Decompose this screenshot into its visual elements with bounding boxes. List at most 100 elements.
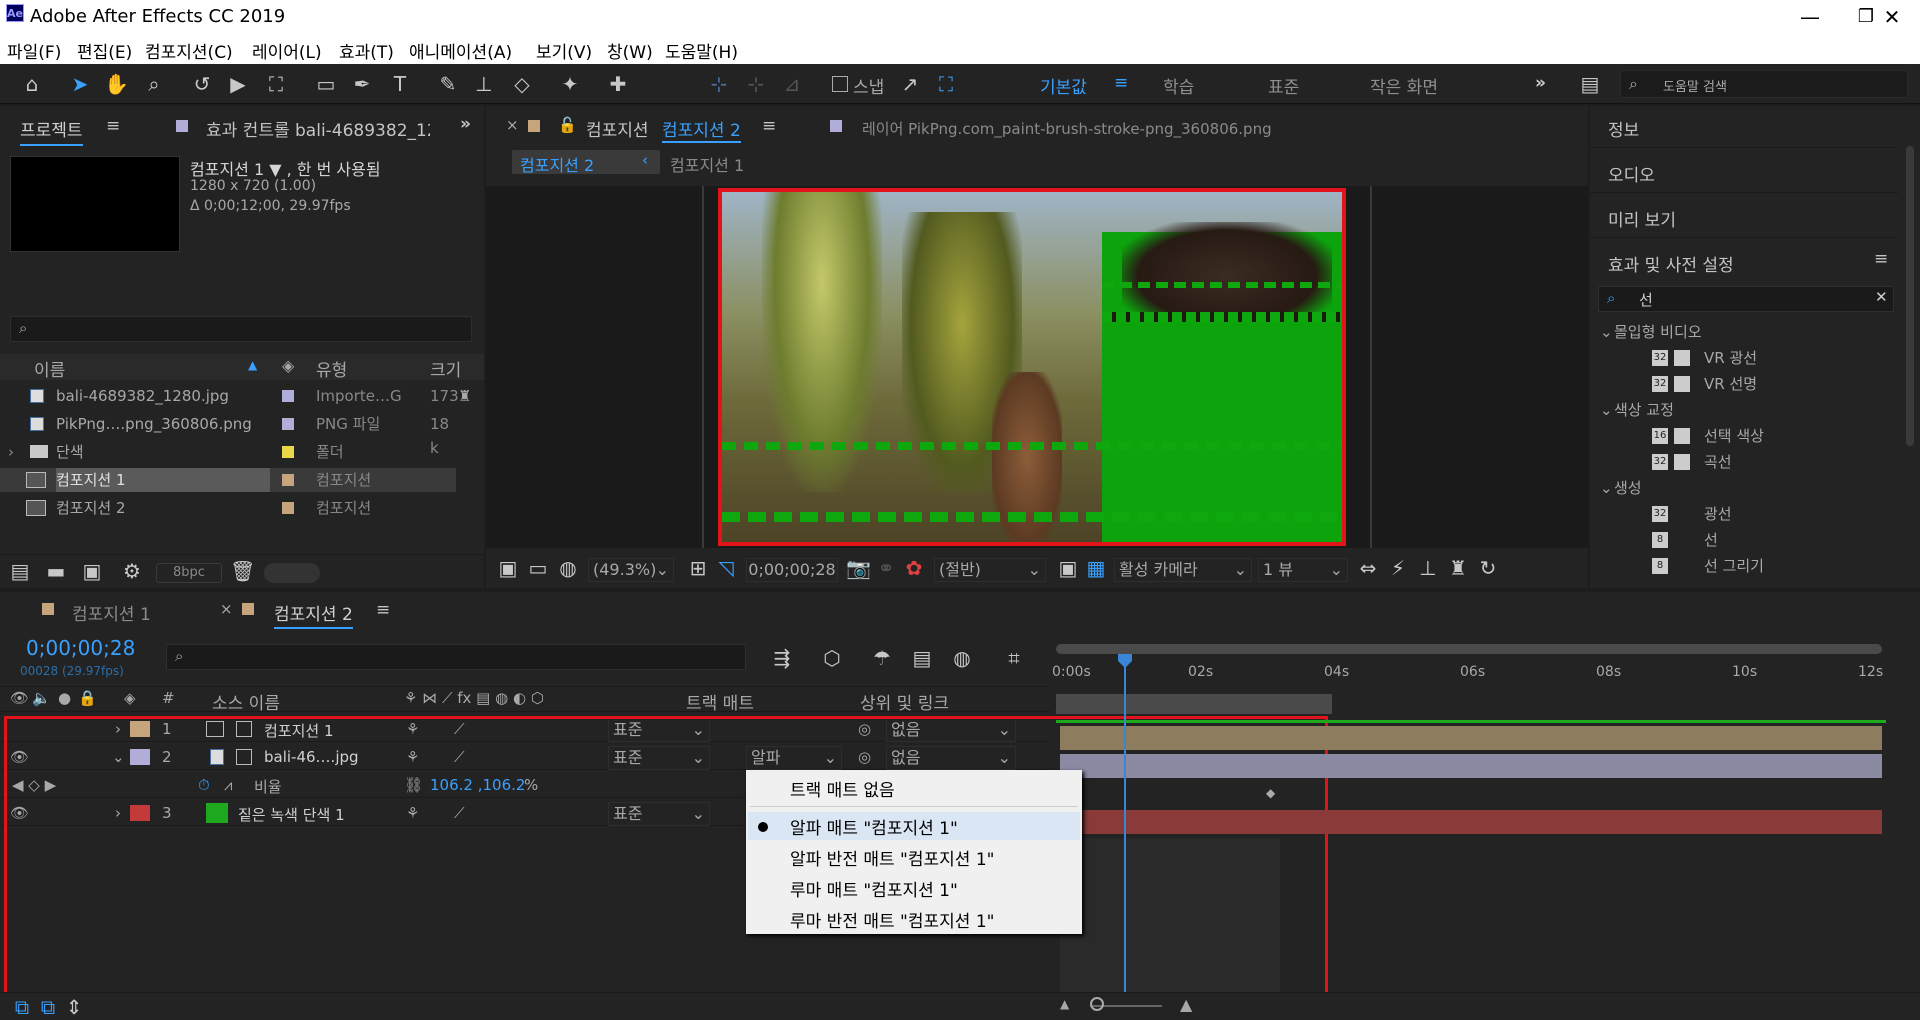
- zoom-out-icon[interactable]: ▲: [1060, 997, 1069, 1011]
- timeline-icon[interactable]: ⊥: [1416, 556, 1440, 580]
- project-settings-icon[interactable]: ⚙: [120, 559, 144, 583]
- effect-item[interactable]: 8선: [1598, 528, 1898, 552]
- workspace-learn[interactable]: 학습: [1163, 73, 1194, 98]
- close-tab-icon[interactable]: ×: [506, 116, 519, 134]
- effects-presets-header[interactable]: 효과 및 사전 설정 ≡: [1590, 241, 1898, 283]
- menu-item-luma-inverted[interactable]: 루마 반전 매트 "컴포지션 1": [790, 907, 994, 932]
- new-composition-icon[interactable]: ▣: [80, 559, 104, 583]
- modes-toggle-icon[interactable]: ⧉: [36, 995, 60, 1019]
- menu-file[interactable]: 파일(F): [7, 38, 61, 63]
- column-name[interactable]: 이름: [34, 356, 65, 381]
- effects-group[interactable]: ⌄ 몰입형 비디오: [1598, 320, 1898, 344]
- hand-tool-icon[interactable]: ✋: [104, 72, 129, 96]
- close-tab-icon[interactable]: ×: [220, 600, 233, 618]
- menu-item-alpha-inverted[interactable]: 알파 반전 매트 "컴포지션 1": [790, 845, 994, 870]
- brush-tool-icon[interactable]: ✎: [436, 72, 460, 96]
- close-button[interactable]: ✕: [1864, 0, 1920, 34]
- layer-switches-toggle-icon[interactable]: ⧉: [10, 995, 34, 1019]
- workspace-small-screen[interactable]: 작은 화면: [1370, 73, 1438, 98]
- pan-behind-tool-icon[interactable]: ⛶: [264, 72, 288, 96]
- project-search-field[interactable]: ⌕: [10, 316, 472, 342]
- effects-search-field[interactable]: ⌕ 선 ✕: [1598, 286, 1894, 312]
- keyframe-icon[interactable]: ◆: [1266, 786, 1275, 800]
- minimize-button[interactable]: —: [1782, 0, 1838, 34]
- project-item[interactable]: › 단색 폴더: [0, 440, 460, 464]
- label-column-icon[interactable]: ◈: [282, 356, 294, 375]
- zoom-tool-icon[interactable]: ⌕: [142, 72, 166, 96]
- reset-exposure-icon[interactable]: ⇔: [1356, 556, 1380, 580]
- project-tab-menu-icon[interactable]: ≡: [106, 116, 120, 136]
- composition-tab-menu-icon[interactable]: ≡: [762, 116, 776, 136]
- camera-tool-icon[interactable]: ▶: [226, 72, 250, 96]
- mask-visibility-icon[interactable]: ◍: [556, 556, 580, 580]
- info-panel-header[interactable]: 정보: [1590, 106, 1898, 148]
- shy-layers-icon[interactable]: ☂: [870, 646, 894, 670]
- menu-item-no-matte[interactable]: 트랙 매트 없음: [790, 776, 895, 801]
- timeline-tab-menu-icon[interactable]: ≡: [376, 600, 390, 620]
- trash-icon[interactable]: 🗑: [230, 559, 255, 583]
- views-dropdown[interactable]: 1 뷰 ⌄: [1258, 558, 1348, 582]
- flowchart-icon[interactable]: ♜: [458, 384, 471, 408]
- playhead[interactable]: [1124, 656, 1126, 1018]
- menu-edit[interactable]: 편집(E): [77, 38, 132, 63]
- composition-mini-flowchart-icon[interactable]: ⇶: [770, 646, 794, 670]
- project-tab[interactable]: 프로젝트: [20, 116, 83, 146]
- layer-tab[interactable]: 레이어 PikPng.com_paint-brush-stroke-png_36…: [862, 118, 1272, 139]
- effect-item[interactable]: 32 광선: [1598, 502, 1898, 526]
- zoom-slider-handle[interactable]: [1090, 997, 1104, 1011]
- menu-help[interactable]: 도움말(H): [665, 38, 738, 63]
- effect-item[interactable]: 8선 그리기: [1598, 554, 1898, 578]
- exposure-icon[interactable]: ↻: [1476, 556, 1500, 580]
- lock-icon[interactable]: 🔓: [558, 116, 577, 134]
- snap-options-icon[interactable]: ⛶: [934, 72, 958, 96]
- timeline-search-field[interactable]: ⌕: [166, 644, 746, 670]
- selected-item-name[interactable]: 컴포지션 1 ▼ , 한 번 사용됨: [190, 156, 381, 180]
- render-toggle[interactable]: [264, 563, 320, 583]
- work-area-range[interactable]: [1056, 694, 1332, 714]
- composition-tab[interactable]: 컴포지션 2: [662, 116, 741, 143]
- clone-stamp-tool-icon[interactable]: ⊥: [472, 72, 496, 96]
- clear-search-icon[interactable]: ✕: [1875, 288, 1888, 306]
- draft-3d-icon[interactable]: ⬡: [820, 646, 844, 670]
- column-type[interactable]: 유형: [316, 356, 347, 381]
- layer-bar[interactable]: [1060, 754, 1882, 778]
- zoom-dropdown[interactable]: (49.3%) ⌄: [588, 558, 674, 582]
- workspace-menu-icon[interactable]: ≡: [1114, 73, 1128, 93]
- snapshot-icon[interactable]: 📷: [846, 556, 871, 580]
- menu-item-luma-matte[interactable]: 루마 매트 "컴포지션 1": [790, 876, 958, 901]
- home-icon[interactable]: ⌂: [20, 72, 44, 96]
- flowchart-icon[interactable]: ♜: [1446, 556, 1470, 580]
- project-item[interactable]: PikPng….png_360806.png PNG 파일 18 k: [0, 412, 460, 457]
- audio-panel-header[interactable]: 오디오: [1590, 151, 1898, 193]
- frame-blending-icon[interactable]: ▤: [910, 646, 934, 670]
- layer-bar[interactable]: [1060, 726, 1882, 750]
- fast-previews-icon[interactable]: ⚡: [1386, 556, 1410, 580]
- selection-tool-icon[interactable]: ➤: [68, 72, 92, 96]
- timeline-tab-comp1[interactable]: 컴포지션 1: [72, 600, 151, 625]
- workspace-standard[interactable]: 표준: [1268, 73, 1299, 98]
- timing-toggle-icon[interactable]: ⇕: [62, 995, 86, 1019]
- effect-item[interactable]: 16 선택 색상: [1598, 424, 1898, 448]
- bit-depth-button[interactable]: 8bpc: [156, 563, 222, 583]
- more-workspaces-icon[interactable]: »: [1535, 73, 1546, 93]
- channel-icon[interactable]: ✿: [902, 556, 926, 580]
- grid-options-icon[interactable]: ⊞: [686, 556, 710, 580]
- snap-checkbox[interactable]: [832, 76, 848, 92]
- menu-layer[interactable]: 레이어(L): [252, 38, 322, 63]
- viewer-timecode[interactable]: 0;00;00;28: [746, 558, 838, 582]
- breadcrumb-item[interactable]: 컴포지션 1: [670, 152, 744, 176]
- menu-window[interactable]: 창(W): [607, 38, 653, 63]
- new-folder-icon[interactable]: ▬: [44, 559, 68, 583]
- effect-item[interactable]: 32 VR 광선: [1598, 346, 1898, 370]
- chevron-right-icon[interactable]: ›: [8, 440, 14, 464]
- project-item[interactable]: bali-4689382_1280.jpg Importe…G 173 ♜: [0, 384, 471, 408]
- menu-effect[interactable]: 효과(T): [339, 38, 394, 63]
- preview-panel-header[interactable]: 미리 보기: [1590, 196, 1898, 238]
- effects-group[interactable]: ⌄ 생성: [1598, 476, 1898, 500]
- menu-composition[interactable]: 컴포지션(C): [145, 38, 233, 63]
- playhead-handle[interactable]: [1118, 654, 1132, 668]
- puppet-pin-tool-icon[interactable]: ✚: [606, 72, 630, 96]
- effect-item[interactable]: 32 곡선: [1598, 450, 1898, 474]
- region-of-interest-icon[interactable]: ▣: [1056, 556, 1080, 580]
- view-axis-icon[interactable]: ⊿: [780, 72, 804, 96]
